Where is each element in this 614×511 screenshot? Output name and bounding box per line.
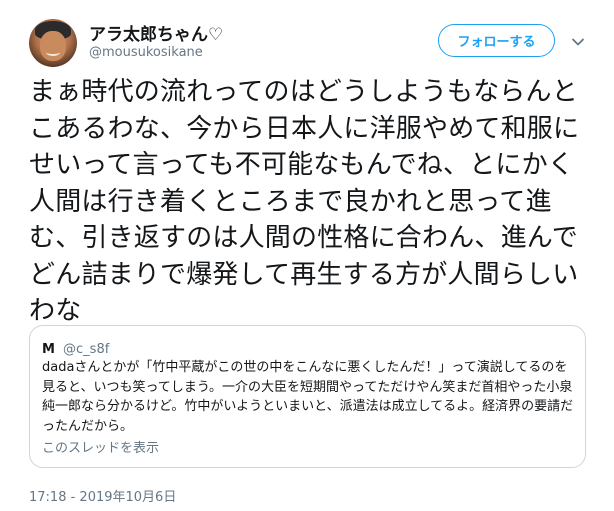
quoted-tweet[interactable]: M @c_s8f dadaさんとかが「竹中平蔵がこの世の中をこんなに悪くしたんだ… <box>29 325 586 468</box>
quoted-tweet-text: dadaさんとかが「竹中平蔵がこの世の中をこんなに悪くしたんだ！」って演説してる… <box>42 360 574 434</box>
tweet-card: アラ太郎ちゃん♡ @mousukosikane フォローする まぁ時代の流れって… <box>0 0 614 511</box>
quoted-author-handle: @c_s8f <box>63 342 110 357</box>
tweet-timestamp[interactable]: 17:18 - 2019年10月6日 <box>29 486 176 505</box>
tweet-text: まぁ時代の流れってのはどうしようもならんとこあるわな、今から日本人に洋服やめて和… <box>29 77 580 326</box>
quoted-author-name: M <box>42 342 55 357</box>
chevron-down-icon[interactable] <box>571 34 585 48</box>
follow-button[interactable]: フォローする <box>438 24 555 57</box>
author-display-name[interactable]: アラ太郎ちゃん♡ <box>89 20 223 45</box>
avatar-smile <box>46 49 60 56</box>
quoted-tweet-header: M @c_s8f <box>42 338 109 357</box>
avatar-face <box>40 31 66 61</box>
avatar[interactable] <box>29 19 77 67</box>
author-handle[interactable]: @mousukosikane <box>89 45 203 60</box>
show-thread-link[interactable]: このスレッドを表示 <box>42 437 159 456</box>
